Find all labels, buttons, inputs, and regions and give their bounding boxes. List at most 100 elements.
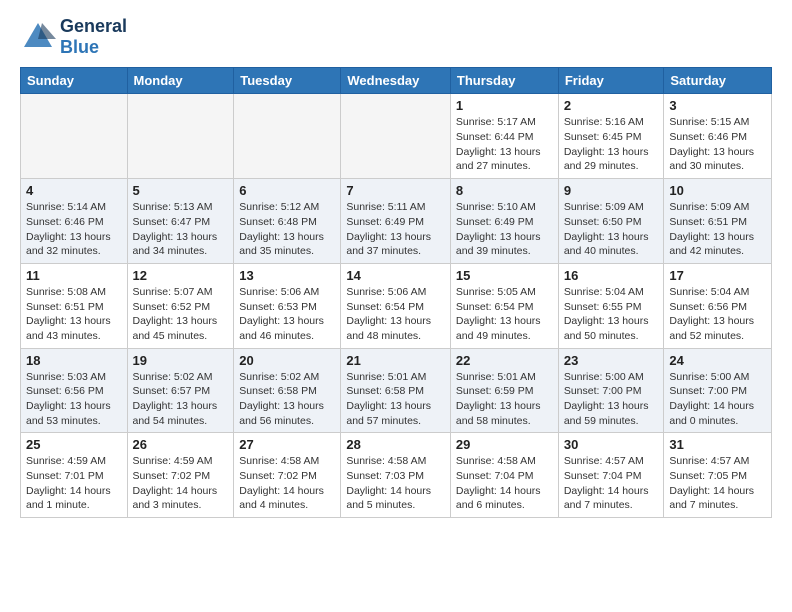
day-number: 14 <box>346 268 445 283</box>
day-number: 26 <box>133 437 229 452</box>
calendar-cell: 10Sunrise: 5:09 AMSunset: 6:51 PMDayligh… <box>664 179 772 264</box>
day-info: Sunrise: 5:04 AMSunset: 6:55 PMDaylight:… <box>564 285 659 344</box>
calendar-cell <box>341 94 451 179</box>
day-number: 2 <box>564 98 659 113</box>
day-info: Sunrise: 5:12 AMSunset: 6:48 PMDaylight:… <box>239 200 335 259</box>
header: General Blue <box>20 16 772 57</box>
week-row-2: 4 Sunrise: 5:14 AMSunset: 6:46 PMDaylight… <box>21 179 772 264</box>
day-number: 24 <box>669 353 766 368</box>
day-info: Sunrise: 4:59 AMSunset: 7:01 PMDaylight:… <box>26 454 122 513</box>
calendar-cell: 19 Sunrise: 5:02 AMSunset: 6:57 PMDayligh… <box>127 348 234 433</box>
day-info: Sunrise: 5:00 AMSunset: 7:00 PMDaylight:… <box>669 370 766 429</box>
day-info: Sunrise: 5:01 AMSunset: 6:59 PMDaylight:… <box>456 370 553 429</box>
day-number: 18 <box>26 353 122 368</box>
week-row-3: 11Sunrise: 5:08 AMSunset: 6:51 PMDayligh… <box>21 263 772 348</box>
calendar-cell <box>234 94 341 179</box>
day-info: Sunrise: 5:05 AMSunset: 6:54 PMDaylight:… <box>456 285 553 344</box>
calendar-cell: 31 Sunrise: 4:57 AMSunset: 7:05 PMDayligh… <box>664 433 772 518</box>
day-number: 27 <box>239 437 335 452</box>
calendar-cell: 28 Sunrise: 4:58 AMSunset: 7:03 PMDayligh… <box>341 433 451 518</box>
day-number: 15 <box>456 268 553 283</box>
calendar-table: SundayMondayTuesdayWednesdayThursdayFrid… <box>20 67 772 518</box>
day-number: 31 <box>669 437 766 452</box>
calendar-cell: 26 Sunrise: 4:59 AMSunset: 7:02 PMDayligh… <box>127 433 234 518</box>
day-number: 30 <box>564 437 659 452</box>
weekday-sunday: Sunday <box>21 68 128 94</box>
logo-icon <box>20 19 56 55</box>
day-info: Sunrise: 5:04 AMSunset: 6:56 PMDaylight:… <box>669 285 766 344</box>
day-number: 22 <box>456 353 553 368</box>
logo: General Blue <box>20 16 127 57</box>
logo-blue: Blue <box>60 37 127 58</box>
day-info: Sunrise: 5:15 AMSunset: 6:46 PMDaylight:… <box>669 115 766 174</box>
calendar-cell: 20 Sunrise: 5:02 AMSunset: 6:58 PMDayligh… <box>234 348 341 433</box>
calendar-cell: 14 Sunrise: 5:06 AMSunset: 6:54 PMDayligh… <box>341 263 451 348</box>
weekday-tuesday: Tuesday <box>234 68 341 94</box>
day-info: Sunrise: 5:14 AMSunset: 6:46 PMDaylight:… <box>26 200 122 259</box>
day-info: Sunrise: 4:57 AMSunset: 7:04 PMDaylight:… <box>564 454 659 513</box>
calendar-cell: 15 Sunrise: 5:05 AMSunset: 6:54 PMDayligh… <box>450 263 558 348</box>
day-info: Sunrise: 5:06 AMSunset: 6:53 PMDaylight:… <box>239 285 335 344</box>
calendar-cell: 16 Sunrise: 5:04 AMSunset: 6:55 PMDayligh… <box>558 263 664 348</box>
day-info: Sunrise: 5:17 AMSunset: 6:44 PMDaylight:… <box>456 115 553 174</box>
calendar-cell: 27Sunrise: 4:58 AMSunset: 7:02 PMDayligh… <box>234 433 341 518</box>
day-number: 16 <box>564 268 659 283</box>
calendar-cell: 13 Sunrise: 5:06 AMSunset: 6:53 PMDayligh… <box>234 263 341 348</box>
week-row-4: 18Sunrise: 5:03 AMSunset: 6:56 PMDayligh… <box>21 348 772 433</box>
weekday-thursday: Thursday <box>450 68 558 94</box>
day-number: 3 <box>669 98 766 113</box>
day-number: 7 <box>346 183 445 198</box>
calendar-cell: 11Sunrise: 5:08 AMSunset: 6:51 PMDayligh… <box>21 263 128 348</box>
calendar-cell <box>127 94 234 179</box>
calendar-cell: 3 Sunrise: 5:15 AMSunset: 6:46 PMDaylight… <box>664 94 772 179</box>
day-number: 29 <box>456 437 553 452</box>
day-info: Sunrise: 5:16 AMSunset: 6:45 PMDaylight:… <box>564 115 659 174</box>
day-info: Sunrise: 4:58 AMSunset: 7:04 PMDaylight:… <box>456 454 553 513</box>
calendar-cell: 8 Sunrise: 5:10 AMSunset: 6:49 PMDaylight… <box>450 179 558 264</box>
day-number: 11 <box>26 268 122 283</box>
day-info: Sunrise: 5:06 AMSunset: 6:54 PMDaylight:… <box>346 285 445 344</box>
day-info: Sunrise: 4:59 AMSunset: 7:02 PMDaylight:… <box>133 454 229 513</box>
calendar-cell: 22 Sunrise: 5:01 AMSunset: 6:59 PMDayligh… <box>450 348 558 433</box>
day-number: 20 <box>239 353 335 368</box>
calendar-cell: 1 Sunrise: 5:17 AMSunset: 6:44 PMDaylight… <box>450 94 558 179</box>
day-number: 28 <box>346 437 445 452</box>
day-info: Sunrise: 4:58 AMSunset: 7:03 PMDaylight:… <box>346 454 445 513</box>
page: General Blue SundayMondayTuesdayWednesda… <box>0 0 792 534</box>
calendar-cell: 12 Sunrise: 5:07 AMSunset: 6:52 PMDayligh… <box>127 263 234 348</box>
day-number: 1 <box>456 98 553 113</box>
calendar-cell: 17 Sunrise: 5:04 AMSunset: 6:56 PMDayligh… <box>664 263 772 348</box>
day-number: 12 <box>133 268 229 283</box>
calendar-cell: 9 Sunrise: 5:09 AMSunset: 6:50 PMDaylight… <box>558 179 664 264</box>
day-number: 19 <box>133 353 229 368</box>
weekday-monday: Monday <box>127 68 234 94</box>
calendar-cell: 24 Sunrise: 5:00 AMSunset: 7:00 PMDayligh… <box>664 348 772 433</box>
day-number: 9 <box>564 183 659 198</box>
calendar-cell: 18Sunrise: 5:03 AMSunset: 6:56 PMDayligh… <box>21 348 128 433</box>
calendar-cell <box>21 94 128 179</box>
day-info: Sunrise: 5:02 AMSunset: 6:57 PMDaylight:… <box>133 370 229 429</box>
day-info: Sunrise: 4:57 AMSunset: 7:05 PMDaylight:… <box>669 454 766 513</box>
calendar-cell: 25Sunrise: 4:59 AMSunset: 7:01 PMDayligh… <box>21 433 128 518</box>
day-info: Sunrise: 5:10 AMSunset: 6:49 PMDaylight:… <box>456 200 553 259</box>
day-number: 8 <box>456 183 553 198</box>
calendar-cell: 4 Sunrise: 5:14 AMSunset: 6:46 PMDaylight… <box>21 179 128 264</box>
day-info: Sunrise: 5:09 AMSunset: 6:50 PMDaylight:… <box>564 200 659 259</box>
calendar-cell: 29 Sunrise: 4:58 AMSunset: 7:04 PMDayligh… <box>450 433 558 518</box>
day-number: 23 <box>564 353 659 368</box>
weekday-wednesday: Wednesday <box>341 68 451 94</box>
day-info: Sunrise: 5:01 AMSunset: 6:58 PMDaylight:… <box>346 370 445 429</box>
day-number: 13 <box>239 268 335 283</box>
day-number: 4 <box>26 183 122 198</box>
calendar-cell: 6 Sunrise: 5:12 AMSunset: 6:48 PMDaylight… <box>234 179 341 264</box>
day-info: Sunrise: 5:02 AMSunset: 6:58 PMDaylight:… <box>239 370 335 429</box>
day-info: Sunrise: 5:11 AMSunset: 6:49 PMDaylight:… <box>346 200 445 259</box>
day-number: 6 <box>239 183 335 198</box>
week-row-1: 1 Sunrise: 5:17 AMSunset: 6:44 PMDaylight… <box>21 94 772 179</box>
weekday-saturday: Saturday <box>664 68 772 94</box>
week-row-5: 25Sunrise: 4:59 AMSunset: 7:01 PMDayligh… <box>21 433 772 518</box>
calendar-cell: 5Sunrise: 5:13 AMSunset: 6:47 PMDaylight… <box>127 179 234 264</box>
day-info: Sunrise: 5:07 AMSunset: 6:52 PMDaylight:… <box>133 285 229 344</box>
calendar-cell: 21Sunrise: 5:01 AMSunset: 6:58 PMDayligh… <box>341 348 451 433</box>
day-number: 17 <box>669 268 766 283</box>
